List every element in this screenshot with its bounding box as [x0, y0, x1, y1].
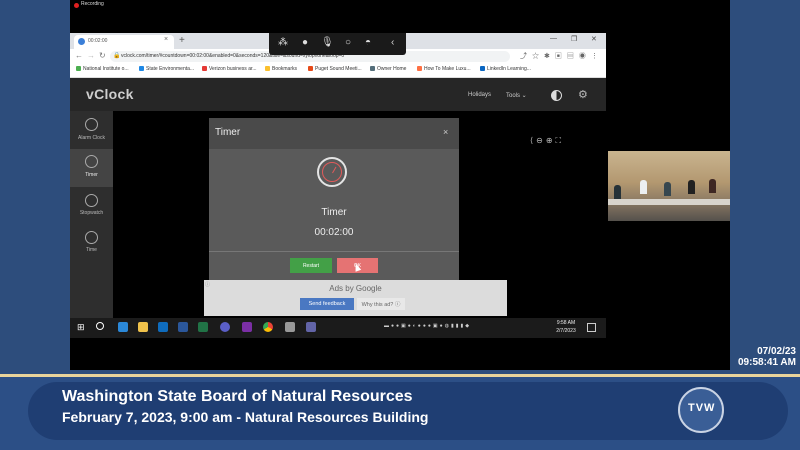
nav-tools[interactable]: Tools ⌄	[506, 92, 527, 99]
video-person	[640, 180, 647, 194]
video-person	[664, 182, 671, 196]
forward-arrow-icon[interactable]: →	[87, 51, 95, 60]
bookmark-favicon-icon	[265, 66, 270, 71]
timer-label: Timer	[321, 207, 347, 218]
bookmark-label: National Institute o...	[83, 66, 129, 72]
window-close-icon[interactable]: ✕	[591, 35, 597, 43]
lock-icon: 🔒	[113, 53, 121, 59]
edge-icon[interactable]	[118, 322, 128, 332]
bookmark-item[interactable]: Verizon business ar...	[202, 66, 257, 72]
chrome-icon[interactable]	[263, 322, 273, 332]
alarm-clock-icon	[85, 118, 98, 131]
bookmark-label: Bookmarks	[272, 66, 298, 72]
bookmark-item[interactable]: Bookmarks	[265, 66, 297, 72]
dialog-title: Timer	[215, 127, 241, 138]
overlay-date: 07/02/23	[757, 346, 796, 357]
dialog-header	[209, 118, 459, 149]
taskbar-date[interactable]: 2/7/2023	[554, 328, 578, 334]
snipping-tool-icon[interactable]	[285, 322, 295, 332]
video-person	[709, 179, 716, 193]
recording-dot-icon	[74, 3, 79, 8]
windows-taskbar	[70, 318, 606, 338]
taskbar-time[interactable]: 9:58 AM	[554, 320, 578, 326]
clock-icon	[85, 231, 98, 244]
extension-icons[interactable]: ⤴☆✱▣▤◉⋮	[520, 51, 603, 61]
banner-title: Washington State Board of Natural Resour…	[62, 388, 413, 405]
recording-toolbar	[269, 33, 406, 55]
bookmark-favicon-icon	[370, 66, 375, 71]
bookmark-favicon-icon	[76, 66, 81, 71]
excel-icon[interactable]	[198, 322, 208, 332]
word-icon[interactable]	[178, 322, 188, 332]
bookmark-favicon-icon	[202, 66, 207, 71]
sidebar-label: Alarm Clock	[78, 135, 105, 141]
bookmark-item[interactable]: Owner Home	[370, 66, 406, 72]
bookmark-item[interactable]: How To Make Luxu...	[417, 66, 471, 72]
bookmark-item[interactable]: LinkedIn Learning...	[480, 66, 531, 72]
sidebar-label: Timer	[85, 172, 98, 178]
tab-title: 00:02:00	[88, 38, 108, 44]
bookmark-label: Puget Sound Meeti...	[315, 66, 362, 72]
back-arrow-icon[interactable]: ←	[75, 51, 83, 60]
onenote-icon[interactable]	[242, 322, 252, 332]
system-tray-icons[interactable]: ▬●●▣●◐●●●▣●◍▮▮▮◆	[384, 323, 471, 329]
bookmark-item[interactable]: Puget Sound Meeti...	[308, 66, 362, 72]
bookmark-item[interactable]: State Environmenta...	[139, 66, 194, 72]
ad-label: Ads by Google	[329, 284, 382, 293]
send-feedback-button[interactable]: Send feedback	[300, 298, 354, 310]
search-icon[interactable]	[96, 322, 104, 330]
video-person	[614, 185, 621, 199]
video-table	[608, 199, 730, 205]
tvw-logo-text: TVW	[688, 402, 716, 414]
outlook-icon[interactable]	[158, 322, 168, 332]
bookmark-favicon-icon	[417, 66, 422, 71]
reload-icon[interactable]: ↻	[99, 51, 106, 60]
gear-icon[interactable]: ⚙	[578, 88, 588, 101]
stopwatch-icon	[85, 194, 98, 207]
nav-holidays[interactable]: Holidays	[468, 92, 491, 98]
bookmark-label: Owner Home	[377, 66, 407, 72]
why-this-ad-button[interactable]: Why this ad? ⓘ	[357, 298, 405, 310]
theme-toggle-icon[interactable]	[551, 90, 562, 101]
timer-icon	[85, 155, 98, 168]
recording-label: Recording	[81, 1, 104, 7]
bookmark-label: How To Make Luxu...	[424, 66, 471, 72]
notification-icon[interactable]	[587, 323, 596, 332]
stop-icon[interactable]: ○	[345, 37, 351, 48]
file-explorer-icon[interactable]	[138, 322, 148, 332]
sidebar-label: Stopwatch	[79, 210, 104, 216]
microphone-icon[interactable]: 🎙	[321, 37, 334, 48]
maximize-icon[interactable]: ❐	[571, 35, 577, 43]
bookmark-favicon-icon	[308, 66, 313, 71]
webex-icon[interactable]	[220, 322, 230, 332]
annotate-icon[interactable]: ⁂	[278, 37, 288, 48]
bookmark-item[interactable]: National Institute o...	[76, 66, 129, 72]
record-icon[interactable]: ●	[302, 37, 308, 48]
sidebar-label: Time	[86, 247, 97, 253]
overlay-time: 09:58:41 AM	[738, 357, 796, 368]
dialog-divider	[209, 251, 459, 252]
collapse-chevron-icon[interactable]: ‹	[391, 37, 394, 48]
new-tab-button[interactable]: +	[179, 35, 185, 46]
user-icon[interactable]: ◓	[365, 37, 371, 48]
restart-button[interactable]: Restart	[290, 258, 332, 273]
minimize-icon[interactable]: —	[550, 35, 557, 42]
bookmark-label: LinkedIn Learning...	[487, 66, 531, 72]
bookmark-label: State Environmenta...	[146, 66, 195, 72]
timer-time: 00:02:00	[314, 227, 354, 238]
bookmark-label: Verizon business ar...	[209, 66, 257, 72]
bookmark-favicon-icon	[139, 66, 144, 71]
teams-icon[interactable]	[306, 322, 316, 332]
vclock-logo[interactable]: vClock	[86, 86, 134, 102]
tab-close-icon[interactable]: ×	[164, 36, 168, 43]
share-fullscreen-icons[interactable]: ⟨⊖⊕⛶	[530, 136, 564, 146]
video-person	[688, 180, 695, 194]
favicon-icon	[78, 38, 85, 45]
banner-subtitle: February 7, 2023, 9:00 am - Natural Reso…	[62, 409, 429, 425]
bookmark-favicon-icon	[480, 66, 485, 71]
windows-start-icon[interactable]: ⊞	[77, 322, 85, 333]
close-icon[interactable]: ×	[443, 127, 448, 137]
